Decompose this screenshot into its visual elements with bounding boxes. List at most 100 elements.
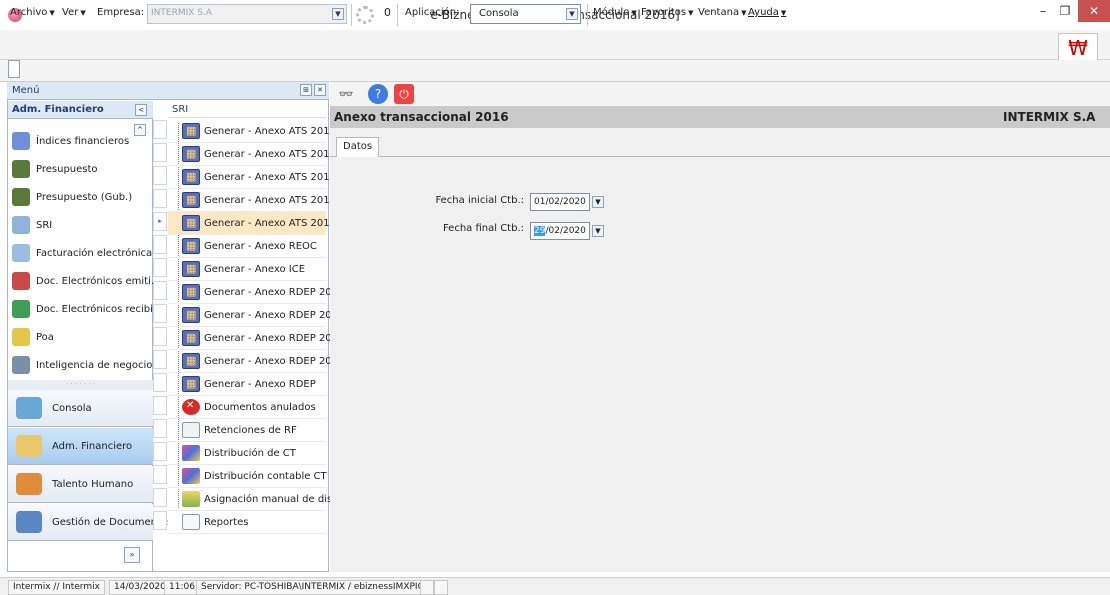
menu-archivo[interactable]: Archivo ▼ [10, 7, 55, 18]
submenu-item[interactable]: Generar - Anexo ATS 2012 [168, 143, 336, 166]
module-item[interactable]: SRI [12, 212, 150, 238]
row-indicator[interactable] [153, 442, 167, 461]
submenu-item[interactable]: Generar - Anexo REOC [168, 235, 326, 258]
submenu-item-label: Distribución contable CT [204, 471, 327, 482]
doc-export-icon [12, 272, 30, 290]
submenu-item-label: Generar - Anexo ATS 2011 [204, 126, 336, 137]
close-menu-icon[interactable]: ✕ [314, 84, 326, 96]
submenu-item[interactable]: Asignación manual de distri... [168, 488, 353, 511]
submenu-item[interactable]: Generar - Anexo RDEP 2012 [168, 281, 344, 304]
power-icon[interactable]: ⏻ [394, 84, 414, 104]
row-indicator[interactable] [153, 396, 167, 415]
row-indicator[interactable] [153, 419, 167, 438]
menu-favoritos[interactable]: Favoritos ▼ [641, 7, 694, 18]
chevron-down-icon[interactable]: ▼ [332, 8, 344, 20]
expand-icon[interactable]: » [124, 547, 140, 563]
module-item[interactable]: Poa [12, 324, 150, 350]
submenu-header [168, 101, 326, 118]
ats-icon [182, 238, 200, 254]
cancel-icon [182, 399, 200, 415]
binoculars-icon[interactable]: 👓 [336, 84, 356, 104]
module-item[interactable]: Inteligencia de negocios [12, 352, 158, 378]
collapse-left-icon[interactable]: < [135, 104, 147, 116]
category-button[interactable]: Adm. Financiero [8, 428, 153, 465]
menu-ver[interactable]: Ver ▼ [62, 7, 86, 18]
row-indicator[interactable] [153, 189, 167, 208]
calendar-dropdown-icon[interactable]: ▼ [592, 196, 604, 208]
submenu-item-label: Generar - Anexo RDEP 2013 [204, 310, 345, 321]
row-indicator[interactable] [153, 258, 167, 277]
module-item[interactable]: Presupuesto (Gub.) [12, 184, 150, 210]
chevron-down-icon[interactable]: ▼ [566, 8, 578, 20]
category-button[interactable]: Talento Humano [8, 466, 153, 503]
module-item[interactable]: Presupuesto [12, 156, 150, 182]
gear-icon[interactable] [356, 6, 374, 24]
ats-icon [182, 284, 200, 300]
submenu-item[interactable]: Reportes [168, 511, 326, 534]
splitter-dots[interactable]: · · · · · · · [8, 380, 153, 390]
toolbar-separator [397, 4, 398, 26]
restore-button[interactable]: ❐ [1054, 0, 1076, 22]
fecha-inicial-input[interactable]: 01/02/2020 [530, 193, 590, 211]
row-indicator[interactable] [153, 350, 167, 369]
menu-title: Menú [12, 85, 40, 96]
tab-datos[interactable]: Datos [336, 137, 380, 157]
category-button[interactable]: Gestión de Documentos [8, 504, 172, 541]
fecha-final-input[interactable]: 29/02/2020 [530, 222, 590, 240]
row-indicator[interactable] [153, 143, 167, 162]
row-indicator[interactable] [153, 511, 167, 530]
ats-icon [182, 169, 200, 185]
aplicacion-select[interactable]: Consola ▼ [470, 4, 581, 24]
module-item[interactable]: Índices financieros [12, 128, 150, 154]
submenu-item[interactable]: Generar - Anexo RDEP 2014 [168, 327, 344, 350]
submenu-item[interactable]: Generar - Anexo RDEP [168, 373, 326, 396]
report-icon [182, 514, 200, 530]
module-item[interactable]: Facturación electrónica [12, 240, 152, 266]
submenu-item-label: Generar - Anexo ATS 2016 [204, 218, 336, 229]
submenu-item[interactable]: Generar - Anexo RDEP 2013 [168, 304, 344, 327]
minimize-button[interactable]: – [1032, 0, 1054, 22]
submenu-item[interactable]: Generar - Anexo ATS 2016 [168, 212, 336, 235]
submenu-item[interactable]: Retenciones de RF [168, 419, 326, 442]
submenu-item[interactable]: Documentos anulados [168, 396, 326, 419]
row-indicator[interactable] [153, 465, 167, 484]
row-indicator[interactable] [153, 373, 167, 392]
submenu-item[interactable]: Generar - Anexo ICE [168, 258, 326, 281]
row-indicator[interactable] [153, 327, 167, 346]
module-item[interactable]: Doc. Electrónicos emiti... [12, 268, 160, 294]
folder-icon [16, 435, 42, 457]
traffic-light-icon [12, 188, 30, 206]
row-indicator[interactable] [153, 166, 167, 185]
calendar-dropdown-icon[interactable]: ▼ [592, 225, 604, 237]
empresa-select[interactable]: INTERMIX S.A ▼ [147, 4, 347, 24]
submenu-item[interactable]: Generar - Anexo ATS 2013 [168, 166, 336, 189]
submenu-item[interactable]: Distribución de CT [168, 442, 326, 465]
category-button[interactable]: Consola [8, 390, 153, 427]
row-indicator[interactable] [153, 304, 167, 323]
menu-ayuda[interactable]: Ayuda ▼ [748, 7, 786, 18]
selected-row-indicator[interactable]: ▸ [153, 212, 167, 231]
secondary-input[interactable] [8, 60, 20, 78]
fecha-final-label: Fecha final Ctb.: [442, 223, 524, 234]
menu-modulo[interactable]: Módulo ▼ [593, 7, 637, 18]
ats-icon [182, 215, 200, 231]
menu-ventana[interactable]: Ventana ▼ [698, 7, 746, 18]
pin-icon[interactable]: ⊞ [300, 84, 312, 96]
row-indicator[interactable] [153, 488, 167, 507]
row-indicator[interactable] [153, 281, 167, 300]
fecha-inicial-label: Fecha inicial Ctb.: [435, 195, 524, 206]
module-item-label: Doc. Electrónicos emiti... [36, 276, 161, 287]
submenu-item-label: Generar - Anexo RDEP [204, 379, 316, 390]
category-label: Consola [52, 403, 92, 414]
submenu-item[interactable]: Distribución contable CT [168, 465, 327, 488]
row-indicator[interactable] [153, 120, 167, 139]
row-indicator[interactable] [153, 235, 167, 254]
submenu-item[interactable]: Generar - Anexo ATS 2011 [168, 120, 336, 143]
close-window-button[interactable]: ✕ [1078, 0, 1110, 22]
help-icon[interactable]: ? [368, 84, 388, 104]
doc-import-icon [12, 300, 30, 318]
submenu-item-label: Distribución de CT [204, 448, 296, 459]
submenu-item[interactable]: Generar - Anexo RDEP 2016 [168, 350, 344, 373]
module-item[interactable]: Doc. Electrónicos recibi... [12, 296, 162, 322]
submenu-item[interactable]: Generar - Anexo ATS 2015 [168, 189, 336, 212]
